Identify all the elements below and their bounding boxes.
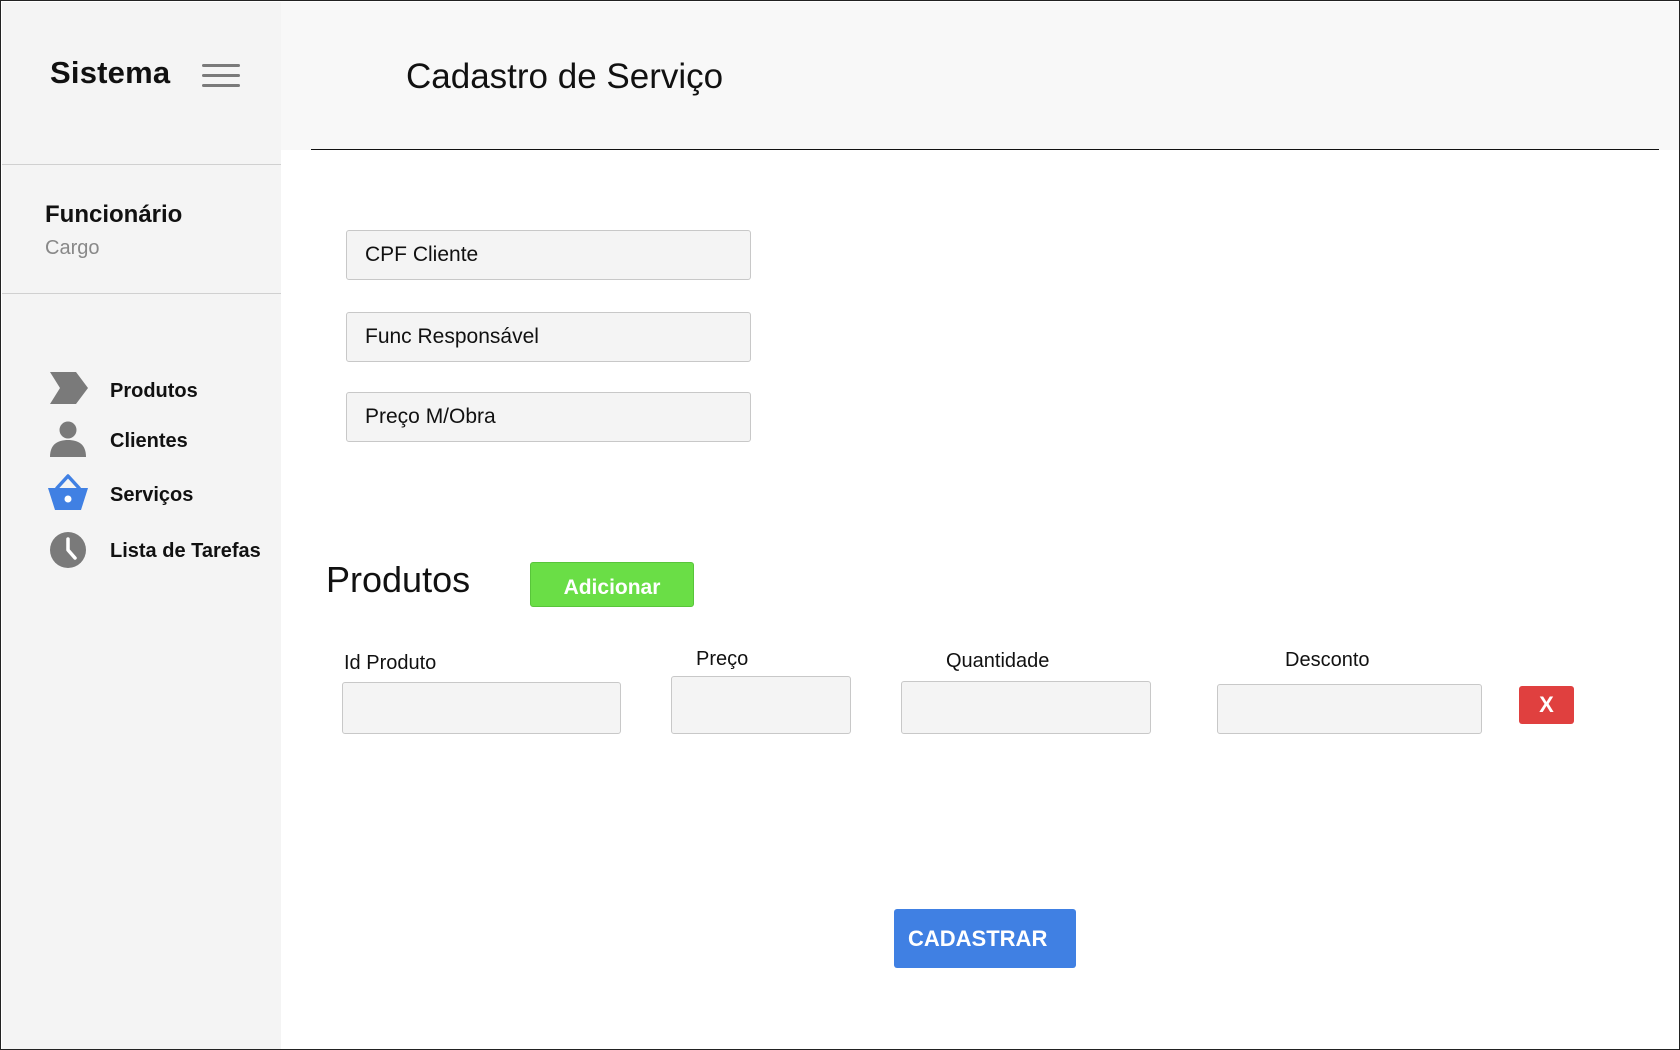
sidebar-item-label: Lista de Tarefas bbox=[110, 540, 261, 562]
hamburger-menu-icon[interactable] bbox=[202, 64, 240, 88]
user-role: Cargo bbox=[45, 237, 100, 259]
func-responsavel-field[interactable] bbox=[346, 312, 751, 362]
chevron-tag-icon bbox=[50, 372, 88, 404]
id-produto-input[interactable] bbox=[342, 682, 621, 734]
sidebar-item-servicos[interactable]: Serviços bbox=[46, 474, 276, 518]
preco-mao-obra-field[interactable] bbox=[346, 392, 751, 442]
app-window: Sistema Funcionário Cargo Produtos Clien… bbox=[0, 0, 1680, 1050]
quantidade-label: Quantidade bbox=[946, 650, 1050, 672]
sidebar-item-label: Clientes bbox=[110, 430, 188, 452]
add-product-button[interactable]: Adicionar bbox=[530, 562, 694, 607]
clock-icon bbox=[50, 532, 86, 568]
desconto-input[interactable] bbox=[1217, 684, 1482, 734]
id-produto-label: Id Produto bbox=[344, 652, 437, 674]
header-divider bbox=[311, 149, 1659, 150]
sidebar-divider bbox=[2, 293, 281, 294]
sidebar-item-produtos[interactable]: Produtos bbox=[46, 370, 276, 414]
sidebar-item-label: Produtos bbox=[110, 380, 198, 402]
page-title: Cadastro de Serviço bbox=[406, 57, 724, 96]
sidebar-item-lista-de-tarefas[interactable]: Lista de Tarefas bbox=[46, 530, 276, 574]
remove-product-button[interactable]: X bbox=[1519, 686, 1574, 724]
cadastrar-button[interactable]: CADASTRAR bbox=[894, 909, 1076, 968]
sidebar-item-label: Serviços bbox=[110, 484, 194, 506]
user-name: Funcionário bbox=[45, 201, 183, 228]
products-section-title: Produtos bbox=[326, 559, 471, 600]
person-icon bbox=[50, 421, 86, 457]
basket-icon bbox=[48, 474, 88, 510]
sidebar-divider bbox=[2, 164, 281, 165]
sidebar: Sistema Funcionário Cargo Produtos Clien… bbox=[2, 2, 281, 1049]
page-header: Cadastro de Serviço bbox=[281, 2, 1679, 150]
sidebar-item-clientes[interactable]: Clientes bbox=[46, 420, 276, 464]
quantidade-input[interactable] bbox=[901, 681, 1151, 734]
cpf-cliente-field[interactable] bbox=[346, 230, 751, 280]
brand-title: Sistema bbox=[50, 55, 171, 90]
preco-input[interactable] bbox=[671, 676, 851, 734]
preco-label: Preço bbox=[696, 648, 749, 670]
desconto-label: Desconto bbox=[1285, 649, 1370, 671]
